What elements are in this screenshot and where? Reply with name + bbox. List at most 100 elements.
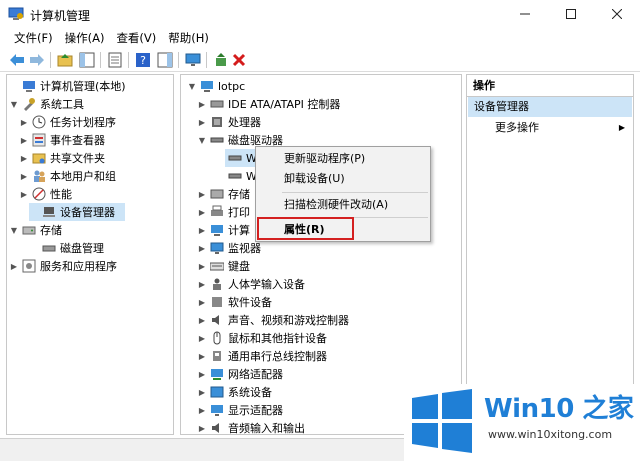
chevron-right-icon[interactable]: ▶ bbox=[19, 190, 29, 199]
monitor-button[interactable] bbox=[184, 51, 202, 69]
device-category-system-devices[interactable]: ▶ 系统设备 bbox=[197, 383, 272, 401]
up-level-button[interactable] bbox=[56, 51, 74, 69]
chevron-right-icon[interactable]: ▶ bbox=[197, 226, 207, 235]
minimize-button[interactable] bbox=[502, 0, 548, 28]
device-category-ide[interactable]: ▶ IDE ATA/ATAPI 控制器 bbox=[197, 95, 340, 113]
chevron-right-icon[interactable]: ▶ bbox=[197, 118, 207, 127]
properties-button[interactable] bbox=[106, 51, 124, 69]
device-category-display-adapters[interactable]: ▶ 显示适配器 bbox=[197, 401, 283, 419]
shared-folder-icon bbox=[32, 153, 46, 164]
device-category-print-queues[interactable]: ▶ 打印 bbox=[197, 203, 250, 221]
chevron-right-icon[interactable]: ▶ bbox=[19, 118, 29, 127]
chevron-right-icon[interactable]: ▶ bbox=[197, 190, 207, 199]
chevron-right-icon[interactable]: ▶ bbox=[197, 370, 207, 379]
uninstall-button[interactable] bbox=[230, 51, 248, 69]
chevron-down-icon[interactable]: ▼ bbox=[197, 136, 207, 145]
console-tree-icon bbox=[79, 52, 95, 68]
computer-management-icon bbox=[8, 7, 24, 20]
tree-item-performance[interactable]: ▶ 性能 bbox=[19, 185, 72, 203]
computer-icon bbox=[201, 81, 213, 92]
device-category-storage-controllers[interactable]: ▶ 存储 bbox=[197, 185, 250, 203]
actions-section-device-manager[interactable]: 设备管理器 bbox=[468, 97, 632, 117]
device-category-audio-io[interactable]: ▶ 音频输入和输出 bbox=[197, 419, 305, 435]
chevron-right-icon[interactable]: ▶ bbox=[197, 406, 207, 415]
device-category-keyboards[interactable]: ▶ 键盘 bbox=[197, 257, 250, 275]
device-category-usb[interactable]: ▶ 通用串行总线控制器 bbox=[197, 347, 327, 365]
device-category-processor[interactable]: ▶ 处理器 bbox=[197, 113, 261, 131]
tree-item-computer-management[interactable]: 计算机管理(本地) bbox=[9, 77, 126, 95]
help-icon: ? bbox=[136, 53, 150, 67]
chevron-right-icon[interactable]: ▶ bbox=[19, 154, 29, 163]
device-tree-root[interactable]: ▼ lotpc bbox=[187, 77, 245, 95]
forward-button[interactable] bbox=[28, 51, 46, 69]
tree-item-label: 事件查看器 bbox=[50, 134, 105, 147]
chevron-right-icon[interactable]: ▶ bbox=[197, 100, 207, 109]
device-category-monitors[interactable]: ▶ 监视器 bbox=[197, 239, 261, 257]
chevron-right-icon[interactable]: ▶ bbox=[197, 244, 207, 253]
device-category-hid[interactable]: ▶ 人体学输入设备 bbox=[197, 275, 305, 293]
chevron-right-icon[interactable]: ▶ bbox=[197, 208, 207, 217]
device-category-software-devices[interactable]: ▶ 软件设备 bbox=[197, 293, 272, 311]
storage-controller-icon bbox=[210, 189, 224, 199]
device-tree-label: 计算 bbox=[228, 224, 250, 237]
context-menu-scan-hardware[interactable]: 扫描检测硬件改动(A) bbox=[256, 195, 430, 215]
network-adapter-icon bbox=[211, 369, 223, 380]
tree-item-services-applications[interactable]: ▶ 服务和应用程序 bbox=[9, 257, 117, 275]
chevron-right-icon[interactable]: ▶ bbox=[197, 298, 207, 307]
device-category-network-adapters[interactable]: ▶ 网络适配器 bbox=[197, 365, 283, 383]
chevron-down-icon[interactable]: ▼ bbox=[9, 100, 19, 109]
storage-icon bbox=[22, 226, 36, 235]
close-button[interactable] bbox=[594, 0, 640, 28]
device-category-computer[interactable]: ▶ 计算 bbox=[197, 221, 250, 239]
action-pane-button[interactable] bbox=[156, 51, 174, 69]
chevron-right-icon[interactable]: ▶ bbox=[197, 424, 207, 433]
chevron-right-icon[interactable]: ▶ bbox=[197, 334, 207, 343]
device-category-sound-video[interactable]: ▶ 声音、视频和游戏控制器 bbox=[197, 311, 349, 329]
menu-help[interactable]: 帮助(H) bbox=[162, 28, 215, 48]
more-actions-label: 更多操作 bbox=[495, 121, 539, 134]
chevron-right-icon[interactable]: ▶ bbox=[197, 388, 207, 397]
computer-icon bbox=[211, 225, 223, 236]
tree-item-shared-folders[interactable]: ▶ 共享文件夹 bbox=[19, 149, 105, 167]
chevron-right-icon[interactable]: ▶ bbox=[197, 262, 207, 271]
chevron-right-icon[interactable]: ▶ bbox=[197, 280, 207, 289]
maximize-icon bbox=[566, 9, 576, 19]
context-menu-uninstall-device[interactable]: 卸载设备(U) bbox=[256, 169, 430, 189]
context-menu-update-driver[interactable]: 更新驱动程序(P) bbox=[256, 149, 430, 169]
tree-item-system-tools[interactable]: ▼ 系统工具 bbox=[9, 95, 84, 113]
chevron-right-icon[interactable]: ▶ bbox=[197, 352, 207, 361]
tree-item-event-viewer[interactable]: ▶ 事件查看器 bbox=[19, 131, 105, 149]
device-disk-2[interactable]: W bbox=[225, 167, 257, 185]
chevron-right-icon[interactable]: ▶ bbox=[19, 172, 29, 181]
device-tree-label: 音频输入和输出 bbox=[228, 422, 305, 435]
maximize-button[interactable] bbox=[548, 0, 594, 28]
chevron-right-icon[interactable]: ▶ bbox=[197, 316, 207, 325]
chevron-down-icon[interactable]: ▼ bbox=[187, 82, 197, 91]
more-actions-item[interactable]: 更多操作 ▶ bbox=[467, 119, 633, 137]
chevron-right-icon[interactable]: ▶ bbox=[9, 262, 19, 271]
menu-view[interactable]: 查看(V) bbox=[110, 28, 162, 48]
help-button[interactable]: ? bbox=[134, 51, 152, 69]
device-tree-label: 声音、视频和游戏控制器 bbox=[228, 314, 349, 327]
chevron-down-icon[interactable]: ▼ bbox=[9, 226, 19, 235]
device-tree-label: 系统设备 bbox=[228, 386, 272, 399]
tree-item-label: 存储 bbox=[40, 224, 62, 237]
device-category-mice[interactable]: ▶ 鼠标和其他指针设备 bbox=[197, 329, 327, 347]
computer-management-window: 计算机管理 文件(F) 操作(A) 查看(V) 帮助(H) ? 计算机管理(本地… bbox=[0, 0, 640, 461]
menu-action[interactable]: 操作(A) bbox=[59, 28, 111, 48]
tree-item-device-manager[interactable]: 设备管理器 bbox=[29, 203, 125, 221]
monitor-icon bbox=[185, 53, 201, 66]
tree-item-local-users-groups[interactable]: ▶ 本地用户和组 bbox=[19, 167, 116, 185]
device-disk-1[interactable]: W bbox=[225, 149, 257, 167]
device-tree-label: 鼠标和其他指针设备 bbox=[228, 332, 327, 345]
tree-item-storage[interactable]: ▼ 存储 bbox=[9, 221, 62, 239]
chevron-right-icon[interactable]: ▶ bbox=[19, 136, 29, 145]
device-tree-label: 通用串行总线控制器 bbox=[228, 350, 327, 363]
tree-item-task-scheduler[interactable]: ▶ 任务计划程序 bbox=[19, 113, 116, 131]
back-button[interactable] bbox=[8, 51, 26, 69]
watermark-url: www.win10xitong.com bbox=[488, 428, 613, 441]
update-driver-button[interactable] bbox=[212, 51, 230, 69]
tree-item-disk-management[interactable]: 磁盘管理 bbox=[29, 239, 104, 257]
menu-file[interactable]: 文件(F) bbox=[8, 28, 59, 48]
show-hide-tree-button[interactable] bbox=[78, 51, 96, 69]
